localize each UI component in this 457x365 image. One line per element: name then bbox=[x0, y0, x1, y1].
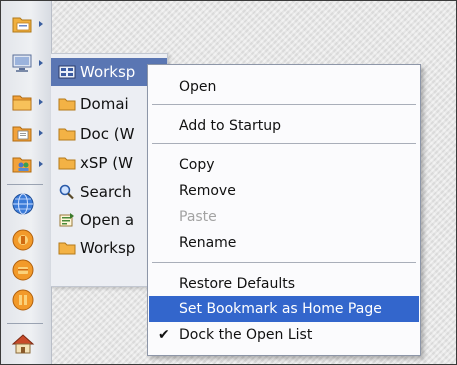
flyout-arrow-icon bbox=[39, 60, 43, 66]
toolbar-separator bbox=[7, 323, 43, 324]
menu-item-label: Add to Startup bbox=[179, 118, 282, 134]
menu-separator bbox=[152, 104, 416, 105]
menu-item-open[interactable]: Open bbox=[149, 74, 419, 100]
orange-circle-icon[interactable] bbox=[10, 227, 36, 253]
flyout-arrow-icon bbox=[39, 130, 43, 136]
toolbar-separator bbox=[7, 184, 43, 185]
search-icon bbox=[59, 184, 74, 200]
checkmark-icon: ✔ bbox=[158, 327, 170, 343]
menu-item-label: Paste bbox=[179, 209, 217, 225]
folder-documents-icon[interactable] bbox=[10, 120, 36, 146]
folder-icon bbox=[58, 128, 76, 141]
flyout-arrow-icon bbox=[39, 161, 43, 167]
menu-item-set-bookmark-home[interactable]: Set Bookmark as Home Page bbox=[149, 296, 419, 322]
menu-item-label: Copy bbox=[179, 157, 215, 173]
menu-item-paste: Paste bbox=[149, 204, 419, 230]
open-list-item-label: Domai bbox=[80, 95, 129, 113]
menu-item-label: Open bbox=[179, 79, 217, 95]
menu-separator bbox=[152, 262, 416, 263]
menu-separator bbox=[152, 143, 416, 144]
menu-item-remove[interactable]: Remove bbox=[149, 178, 419, 204]
folder-icon bbox=[58, 98, 76, 111]
monitor-arrow-icon[interactable] bbox=[10, 50, 36, 76]
menu-item-label: Dock the Open List bbox=[179, 327, 313, 343]
menu-item-restore-defaults[interactable]: Restore Defaults bbox=[149, 271, 419, 297]
open-list-item-label: xSP (W bbox=[80, 154, 133, 172]
folder-icon bbox=[58, 242, 76, 255]
open-icon bbox=[59, 213, 74, 227]
flyout-arrow-icon bbox=[39, 21, 43, 27]
folder-orange-icon[interactable] bbox=[10, 89, 36, 115]
orange-circle-icon[interactable] bbox=[10, 287, 36, 313]
menu-item-dock-open-list[interactable]: ✔ Dock the Open List bbox=[149, 322, 419, 348]
folder-arrow-icon[interactable] bbox=[10, 11, 36, 37]
open-list-item-label: Worksp bbox=[80, 63, 136, 81]
folder-icon bbox=[58, 157, 76, 170]
open-list-item-label: Doc (W bbox=[80, 125, 135, 143]
open-list-item-label: Worksp bbox=[80, 239, 136, 257]
menu-item-copy[interactable]: Copy bbox=[149, 152, 419, 178]
screenshot-frame: Worksp Domai Doc (W xSP (W Search Open a… bbox=[0, 0, 457, 365]
workspace-icon bbox=[58, 65, 76, 79]
open-list-item-label: Open a bbox=[80, 211, 135, 229]
home-icon[interactable] bbox=[10, 331, 36, 357]
menu-item-label: Remove bbox=[179, 183, 236, 199]
folder-people-icon[interactable] bbox=[10, 151, 36, 177]
globe-icon[interactable] bbox=[10, 191, 36, 217]
menu-item-label: Rename bbox=[179, 235, 237, 251]
menu-item-add-to-startup[interactable]: Add to Startup bbox=[149, 113, 419, 139]
flyout-arrow-icon bbox=[39, 99, 43, 105]
menu-item-label: Set Bookmark as Home Page bbox=[179, 301, 382, 317]
open-list-item-label: Search bbox=[80, 183, 132, 201]
left-toolbar bbox=[1, 1, 52, 364]
menu-item-rename[interactable]: Rename bbox=[149, 230, 419, 256]
menu-item-label: Restore Defaults bbox=[179, 276, 296, 292]
context-menu: Open Add to Startup Copy Remove Paste Re… bbox=[147, 64, 421, 356]
orange-circle-icon[interactable] bbox=[10, 257, 36, 283]
